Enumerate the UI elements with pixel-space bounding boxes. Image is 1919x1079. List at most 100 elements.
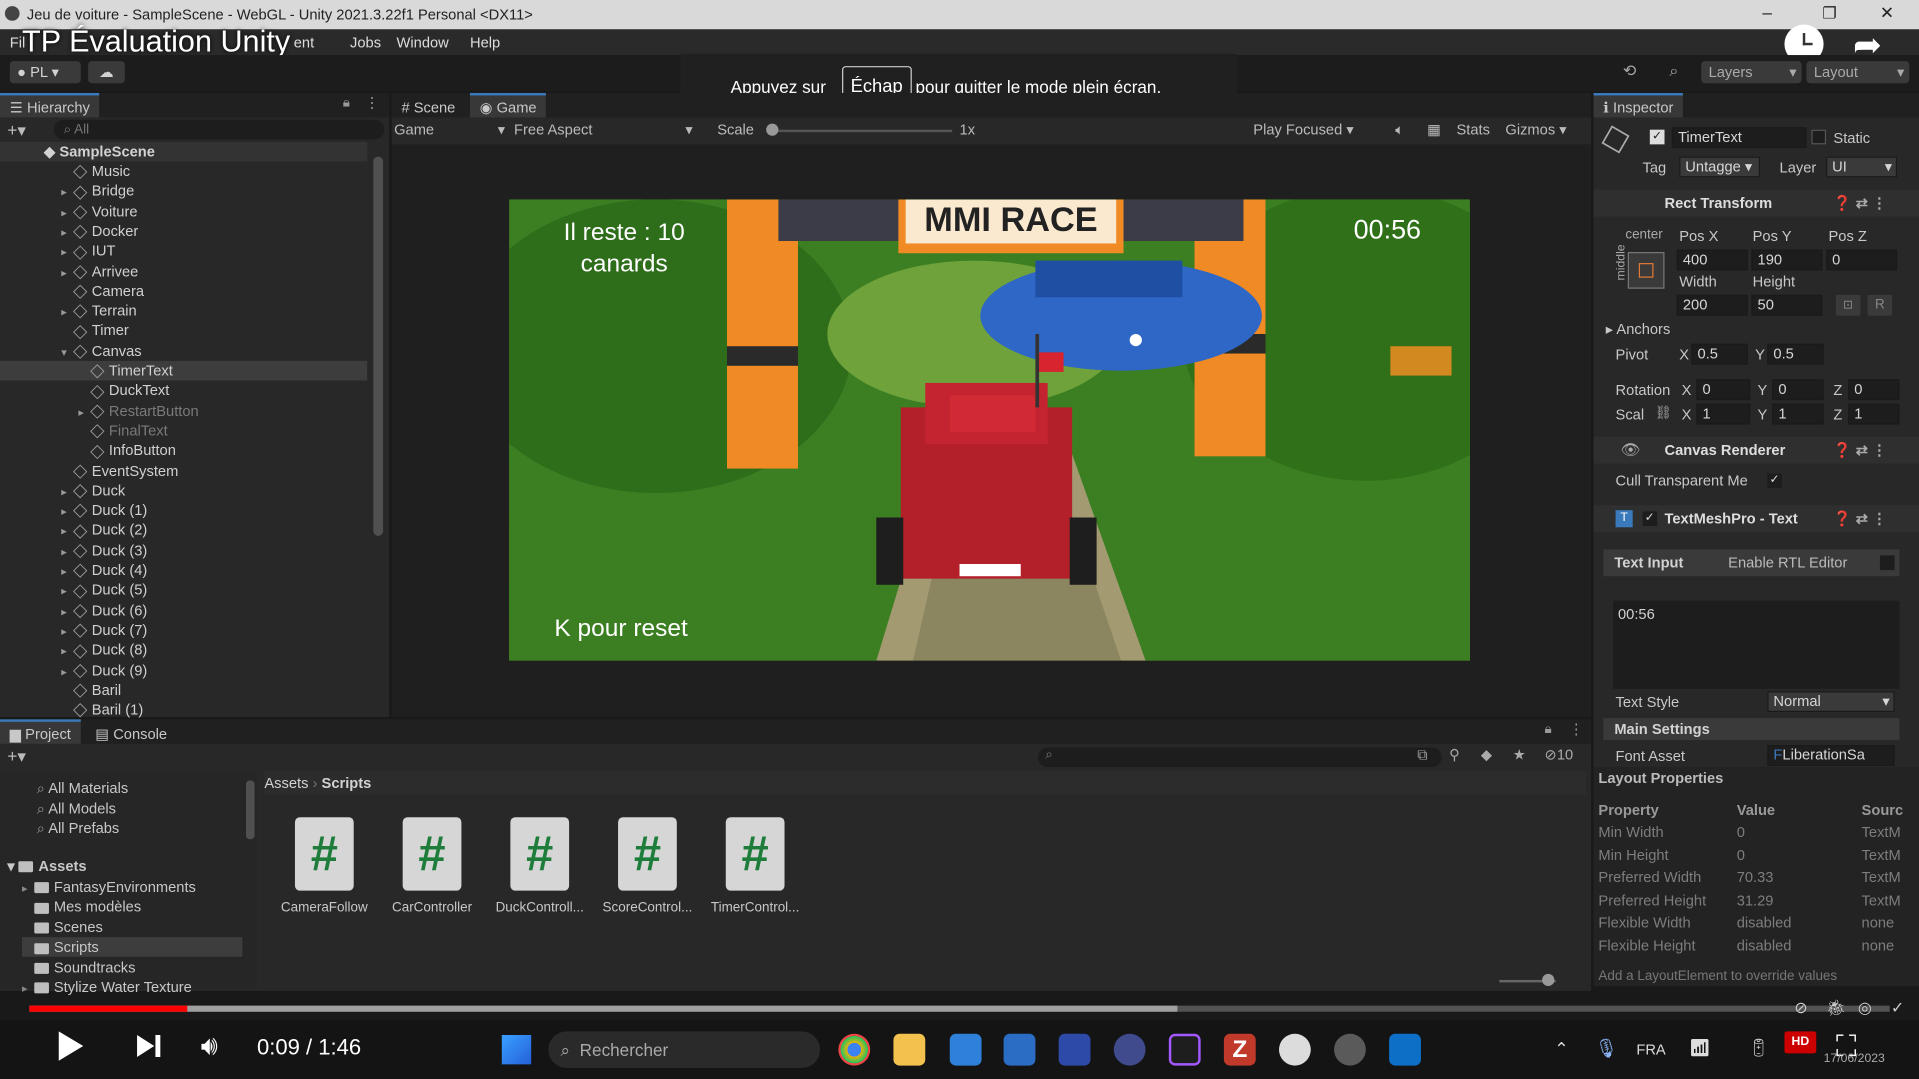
play-mode-dropdown[interactable]: Play Focused ▾: [1253, 121, 1353, 138]
layer-dropdown[interactable]: UI ▾: [1826, 156, 1898, 178]
project-folder[interactable]: Soundtracks: [22, 957, 242, 977]
expand-right-icon[interactable]: ▸: [78, 402, 90, 422]
layers-dropdown[interactable]: Layers ▾: [1701, 61, 1802, 84]
hd-badge[interactable]: HD: [1784, 1031, 1817, 1054]
lock-icon[interactable]: 🔒︎: [343, 95, 350, 111]
tab-project[interactable]: ▆ Project: [0, 719, 81, 744]
search-by-type-icon[interactable]: ⧉: [1417, 746, 1427, 764]
hierarchy-item[interactable]: EventSystem: [0, 461, 367, 481]
hierarchy-item[interactable]: ▸ Duck (6): [0, 600, 367, 620]
text-input-area[interactable]: 00:56: [1613, 600, 1900, 689]
cloud-icon[interactable]: ☁: [88, 61, 125, 84]
hierarchy-item[interactable]: ▸ Duck (1): [0, 500, 367, 520]
hierarchy-item[interactable]: ▸ Voiture: [0, 201, 367, 221]
favorite-item[interactable]: ⌕ All Materials: [37, 778, 129, 798]
aspect-dropdown[interactable]: Free Aspect ▾: [514, 121, 693, 138]
tag-dropdown[interactable]: Untagge ▾: [1679, 156, 1760, 178]
tab-inspector[interactable]: ℹ Inspector: [1593, 92, 1684, 118]
raw-edit-button[interactable]: R: [1867, 294, 1893, 316]
expand-right-icon[interactable]: ▸: [61, 302, 73, 322]
hierarchy-item[interactable]: ▸ Duck (7): [0, 620, 367, 640]
menu-window[interactable]: Window: [397, 34, 449, 51]
mute-audio-icon[interactable]: 🔈︎: [1395, 121, 1404, 139]
active-checkbox[interactable]: ✓: [1649, 129, 1665, 145]
filezilla-icon[interactable]: Z: [1223, 1033, 1256, 1066]
hierarchy-search[interactable]: ⌕ All: [53, 119, 385, 140]
favorite-item[interactable]: ⌕ All Models: [37, 798, 116, 818]
assets-root-folder[interactable]: ▾ Assets: [7, 856, 86, 876]
app-circle-icon[interactable]: [1113, 1033, 1146, 1066]
expand-right-icon[interactable]: ▸: [61, 262, 73, 282]
height-field[interactable]: 50: [1751, 294, 1823, 316]
chrome-icon[interactable]: [838, 1033, 871, 1066]
create-asset-button[interactable]: +▾: [7, 746, 26, 767]
search-by-label-icon[interactable]: ⚲: [1449, 746, 1460, 763]
mail-icon[interactable]: [949, 1033, 982, 1066]
store-icon[interactable]: [1003, 1033, 1036, 1066]
hierarchy-item[interactable]: Music: [0, 161, 367, 181]
battery-icon[interactable]: 🔋︎: [1748, 1037, 1770, 1058]
expand-right-icon[interactable]: ▸: [61, 562, 73, 582]
favorite-item[interactable]: ⌕ All Prefabs: [37, 818, 120, 838]
breadcrumb-scripts[interactable]: Scripts: [322, 774, 372, 791]
script-asset[interactable]: # CameraFollow: [275, 817, 373, 915]
wifi-icon[interactable]: 📶︎: [1689, 1037, 1711, 1058]
hierarchy-item[interactable]: InfoButton: [0, 441, 367, 461]
pivot-y-field[interactable]: 0.5: [1767, 343, 1824, 365]
add-object-button[interactable]: +▾: [7, 120, 26, 141]
vscode-icon[interactable]: [1389, 1033, 1421, 1066]
hierarchy-item[interactable]: Baril (1): [0, 700, 367, 720]
object-name-field[interactable]: TimerText: [1671, 127, 1807, 149]
hierarchy-item[interactable]: TimerText: [0, 360, 368, 381]
stats-button[interactable]: Stats: [1456, 121, 1489, 138]
hierarchy-item[interactable]: ▸ Duck: [0, 481, 367, 501]
game-view[interactable]: MMI RACE Il reste : 10 canards 00:56 K p…: [509, 199, 1470, 661]
script-asset[interactable]: # ScoreControl...: [598, 817, 696, 915]
hierarchy-scrollbar[interactable]: [373, 156, 384, 536]
menu-jobs[interactable]: Jobs: [350, 34, 381, 51]
minimize-icon[interactable]: –: [1762, 2, 1772, 22]
rotation-z-field[interactable]: 0: [1848, 379, 1900, 401]
scale-z-field[interactable]: 1: [1848, 403, 1900, 425]
taskbar-search[interactable]: ⌕ Rechercher: [548, 1031, 821, 1069]
scale-y-field[interactable]: 1: [1772, 403, 1824, 425]
hierarchy-item[interactable]: ▸ Arrivee: [0, 261, 367, 281]
kebab-menu-icon[interactable]: ⋮: [365, 94, 380, 111]
tag-filter-icon[interactable]: ◆: [1481, 746, 1492, 763]
tab-game[interactable]: ◉ Game: [469, 92, 547, 118]
expand-right-icon[interactable]: ▸: [61, 502, 73, 522]
posx-field[interactable]: 400: [1676, 249, 1748, 271]
project-folder[interactable]: Scenes: [22, 917, 242, 937]
hierarchy-item[interactable]: ▸ IUT: [0, 241, 367, 261]
scene-root[interactable]: ◆ SampleScene: [0, 141, 368, 162]
project-folder[interactable]: Scripts: [22, 937, 243, 957]
hierarchy-item[interactable]: Timer: [0, 321, 367, 341]
hierarchy-item[interactable]: ▸ Duck (8): [0, 640, 367, 660]
unity-hub-icon[interactable]: [1278, 1033, 1311, 1066]
text-style-dropdown[interactable]: Normal ▾: [1767, 691, 1895, 713]
expand-right-icon[interactable]: ▸: [61, 621, 73, 641]
hierarchy-item[interactable]: DuckText: [0, 381, 367, 401]
expand-right-icon[interactable]: ▸: [61, 203, 73, 223]
expand-right-icon[interactable]: ▸: [61, 601, 73, 621]
tmp-enabled-checkbox[interactable]: ✓: [1642, 511, 1658, 527]
posy-field[interactable]: 190: [1751, 249, 1823, 271]
hidden-packages-icon[interactable]: ⊘10: [1545, 746, 1574, 763]
static-checkbox[interactable]: [1811, 129, 1827, 145]
close-icon[interactable]: ✕: [1880, 2, 1894, 23]
project-lock-icon[interactable]: 🔒︎: [1545, 722, 1552, 738]
main-settings-header[interactable]: Main Settings: [1603, 718, 1900, 741]
menu-help[interactable]: Help: [470, 34, 500, 51]
expand-right-icon[interactable]: ▸: [61, 242, 73, 262]
hierarchy-item[interactable]: ▸ Docker: [0, 221, 367, 241]
project-folder[interactable]: Mes modèles: [22, 897, 242, 917]
expand-right-icon[interactable]: ▸: [61, 542, 73, 562]
breadcrumb-assets[interactable]: Assets: [264, 774, 308, 791]
script-asset[interactable]: # DuckControll...: [491, 817, 589, 915]
gizmos-button[interactable]: Gizmos ▾: [1505, 121, 1566, 138]
font-asset-field[interactable]: FLiberationSa: [1767, 745, 1895, 766]
windows-start-icon[interactable]: [501, 1034, 532, 1065]
icon-size-slider-thumb[interactable]: [1542, 973, 1555, 987]
microphone-icon[interactable]: 🎙︎: [1595, 1037, 1618, 1060]
next-video-icon[interactable]: [137, 1034, 155, 1058]
